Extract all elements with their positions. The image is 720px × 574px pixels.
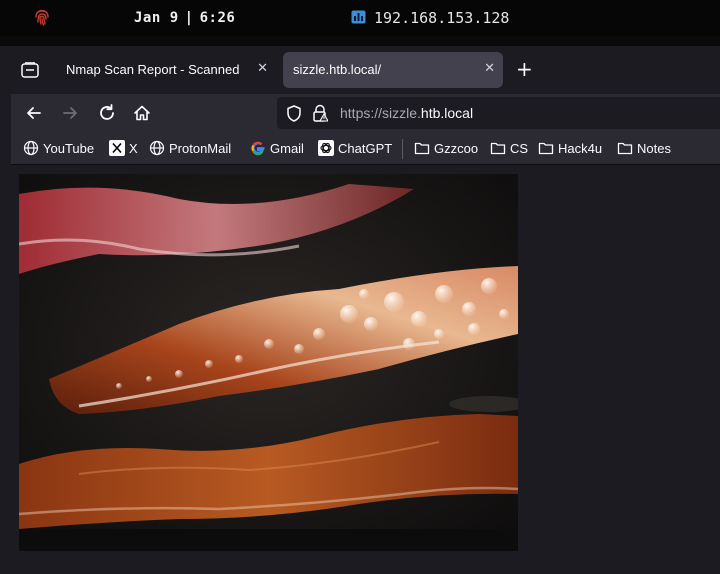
tab-title: sizzle.htb.local/ (293, 62, 382, 77)
tab-title: Nmap Scan Report - Scanned (66, 62, 240, 77)
home-icon[interactable] (131, 102, 153, 124)
bookmark-label: ChatGPT (338, 140, 393, 156)
clock-date: Jan 9 (134, 10, 179, 26)
url-bar[interactable]: https://sizzle.htb.local (277, 97, 720, 129)
folder-icon (538, 142, 554, 155)
bookmark-protonmail[interactable]: ProtonMail (149, 138, 231, 158)
clock-time: 6:26 (199, 10, 236, 26)
lock-warning-icon[interactable] (312, 104, 328, 122)
clock-separator: | (184, 10, 194, 26)
bookmark-folder-gzzcoo[interactable]: Gzzcoo (414, 138, 478, 158)
bookmark-label: Gzzcoo (434, 140, 479, 156)
tab-close-icon[interactable]: ✕ (257, 61, 268, 76)
google-icon (251, 141, 265, 156)
ip-address: 192.168.153.128 (374, 9, 510, 27)
bookmarks-toolbar: YouTube X ProtonMail Gmail ChatGPT Gzzco… (11, 132, 720, 165)
bookmark-chatgpt[interactable]: ChatGPT (318, 138, 392, 158)
back-arrow-icon[interactable] (23, 102, 45, 124)
clock: Jan 9 | 6:26 (134, 10, 235, 26)
chatgpt-icon (318, 140, 334, 156)
tab-nmap-report[interactable]: Nmap Scan Report - Scanned ✕ (56, 52, 276, 88)
forward-arrow-icon[interactable] (59, 102, 81, 124)
tab-strip: Nmap Scan Report - Scanned ✕ sizzle.htb.… (11, 46, 720, 94)
page-content (11, 165, 720, 574)
x-logo-icon (109, 140, 125, 156)
bookmark-separator (402, 139, 403, 159)
system-top-bar: Jan 9 | 6:26 192.168.153.128 (0, 0, 720, 36)
new-tab-plus-icon[interactable]: + (516, 57, 533, 81)
bookmark-label: Gmail (270, 140, 304, 156)
navigation-bar: https://sizzle.htb.local (11, 94, 720, 132)
bookmark-label: CS (510, 140, 529, 156)
tab-sizzle[interactable]: sizzle.htb.local/ ✕ (283, 52, 503, 88)
folder-icon (490, 142, 506, 155)
url-text[interactable]: https://sizzle.htb.local (340, 105, 473, 121)
bacon-image (19, 174, 518, 551)
folder-icon (414, 142, 430, 155)
browser-window: Nmap Scan Report - Scanned ✕ sizzle.htb.… (11, 46, 720, 574)
bookmark-label: Hack4u (558, 140, 603, 156)
reload-icon[interactable] (96, 102, 118, 124)
shield-icon[interactable] (286, 105, 302, 122)
url-prefix: https://sizzle. (340, 105, 421, 121)
tab-list-icon[interactable] (21, 62, 39, 78)
folder-icon (617, 142, 633, 155)
bookmark-folder-hack4u[interactable]: Hack4u (538, 138, 602, 158)
globe-icon (149, 140, 165, 156)
tab-close-icon[interactable]: ✕ (484, 61, 495, 76)
globe-icon (23, 140, 39, 156)
bookmark-x[interactable]: X (109, 138, 138, 158)
bookmark-folder-notes[interactable]: Notes (617, 138, 671, 158)
bookmark-label: X (129, 140, 138, 156)
bookmark-label: YouTube (43, 140, 95, 156)
bookmark-youtube[interactable]: YouTube (23, 138, 94, 158)
bookmark-label: ProtonMail (169, 140, 232, 156)
network-icon (351, 10, 366, 24)
bookmark-folder-cs[interactable]: CS (490, 138, 528, 158)
desktop-gap (0, 36, 720, 46)
url-domain: htb.local (420, 105, 474, 121)
fingerprint-icon[interactable] (34, 8, 50, 26)
bookmark-gmail[interactable]: Gmail (250, 138, 304, 158)
bookmark-label: Notes (637, 140, 671, 156)
